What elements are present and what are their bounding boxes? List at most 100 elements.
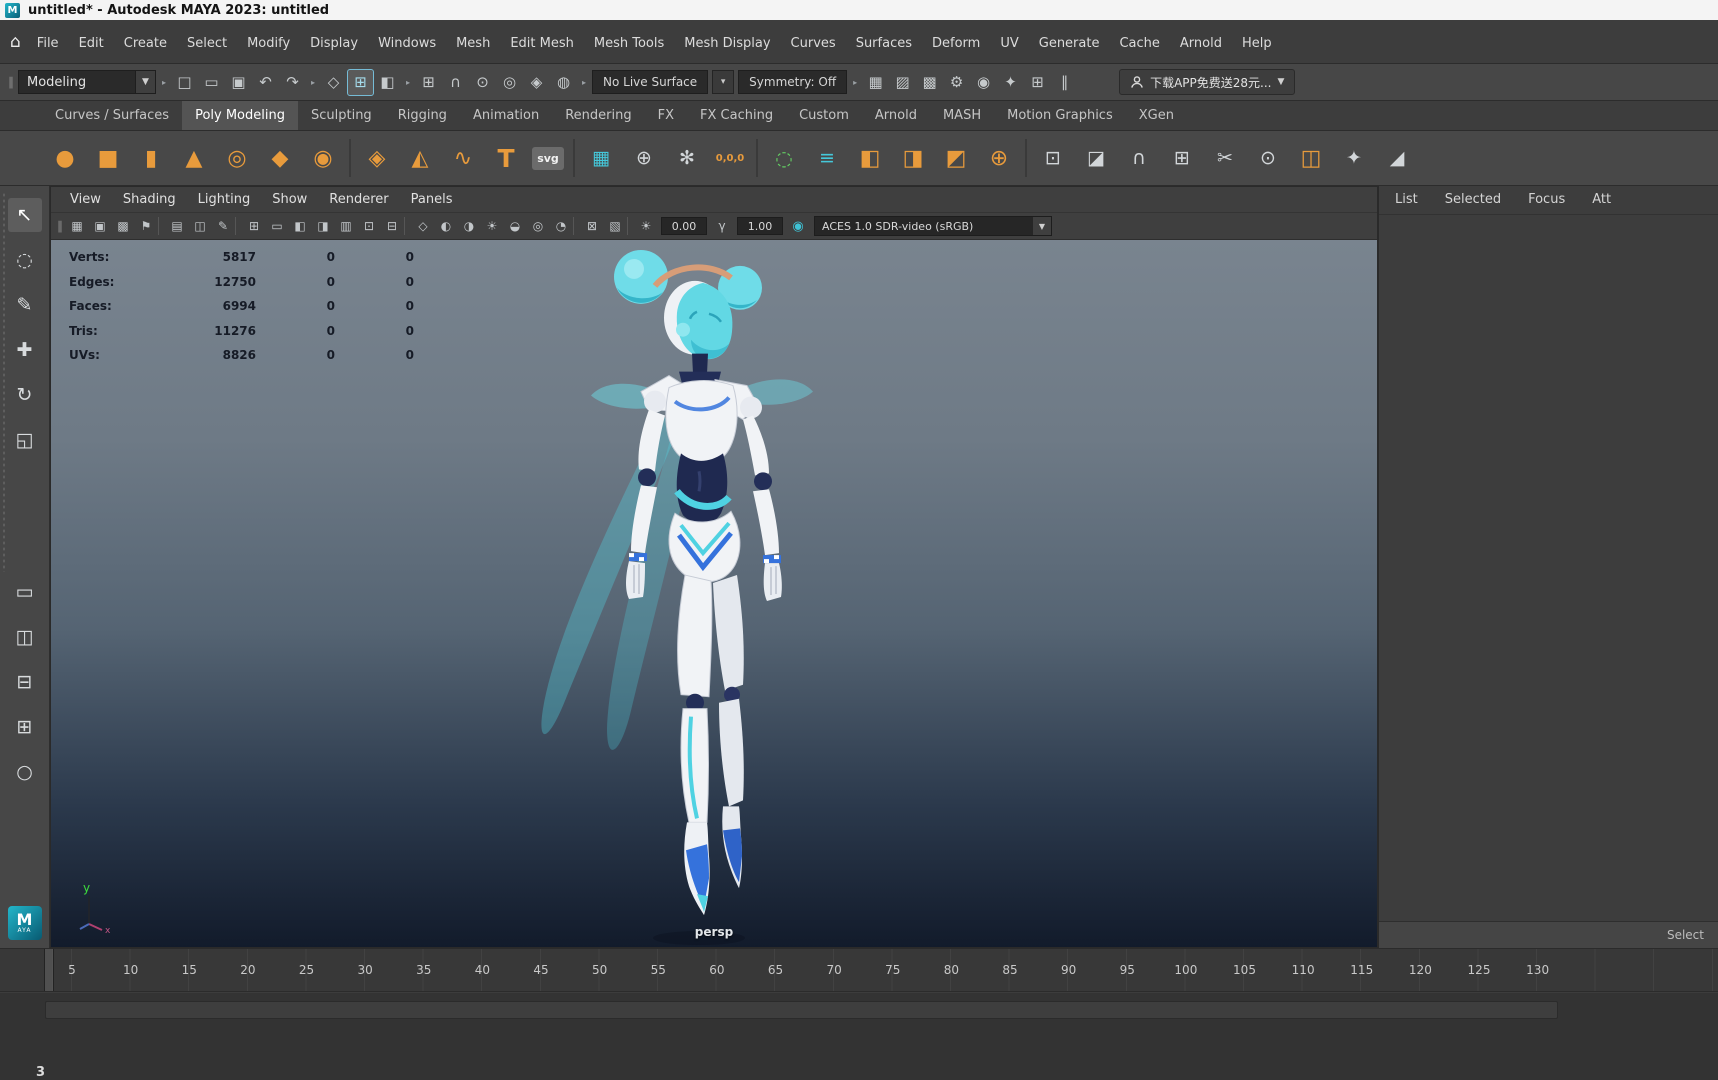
poly-helix-icon[interactable]: ∿ xyxy=(446,141,480,175)
select-component-mode-icon[interactable]: ◧ xyxy=(375,70,400,95)
range-slider-area[interactable]: 3 xyxy=(0,993,1718,1080)
menu-item[interactable]: Generate xyxy=(1029,31,1110,56)
attribute-editor-menu-item[interactable]: Attributes xyxy=(1592,192,1611,207)
shelf-tab[interactable]: Motion Graphics xyxy=(994,101,1126,130)
shelf-tab[interactable]: MASH xyxy=(930,101,994,130)
four-pane-layout[interactable]: ⊞ xyxy=(8,710,42,744)
sweep-mesh-icon[interactable]: ▦ xyxy=(584,141,618,175)
multi-cut-icon[interactable]: ✂ xyxy=(1208,141,1242,175)
promo-dropdown-button[interactable]: 下载APP免费送28元... ▼ xyxy=(1119,69,1296,95)
extract-icon[interactable]: ◩ xyxy=(939,141,973,175)
input-presets-dropdown[interactable]: ▾ xyxy=(712,70,735,94)
crease-icon[interactable]: ◢ xyxy=(1380,141,1414,175)
bookmark-icon[interactable]: ⚑ xyxy=(135,216,157,236)
menu-item[interactable]: File xyxy=(27,31,69,56)
poly-plane-icon[interactable]: ◆ xyxy=(263,141,297,175)
zoom-tool[interactable]: ○ xyxy=(8,755,42,789)
selection-constraint-icon[interactable]: ◌ xyxy=(767,141,801,175)
xray-icon[interactable]: ▧ xyxy=(604,216,626,236)
select-tool[interactable]: ↖ xyxy=(7,198,42,232)
motion-blur-icon[interactable]: ◔ xyxy=(550,216,572,236)
move-tool[interactable]: ✚ xyxy=(8,333,42,367)
menu-item[interactable]: Edit xyxy=(69,31,114,56)
bridge-icon[interactable]: ∩ xyxy=(1122,141,1156,175)
viewport-menu-item[interactable]: Shading xyxy=(112,188,187,211)
shelf-tab[interactable]: FX xyxy=(645,101,687,130)
symmetry-dropdown[interactable]: Symmetry: Off xyxy=(738,70,848,94)
current-frame-field[interactable]: 3 xyxy=(36,1065,45,1080)
use-all-lights-icon[interactable]: ☀ xyxy=(481,216,503,236)
resolution-gate-icon[interactable]: ◧ xyxy=(289,216,311,236)
home-icon[interactable]: ⌂ xyxy=(10,32,21,52)
freeze-transformations-icon[interactable]: ✻ xyxy=(670,141,704,175)
center-pivot-icon[interactable]: ⊕ xyxy=(627,141,661,175)
poly-pyramid-icon[interactable]: ◭ xyxy=(403,141,437,175)
separate-icon[interactable]: ◨ xyxy=(896,141,930,175)
menu-item[interactable]: Create xyxy=(114,31,177,56)
viewport-menu-item[interactable]: View xyxy=(59,188,112,211)
menu-item[interactable]: Edit Mesh xyxy=(500,31,584,56)
lock-camera-icon[interactable]: ▣ xyxy=(89,216,111,236)
viewport-menu-item[interactable]: Renderer xyxy=(318,188,399,211)
shadows-icon[interactable]: ◒ xyxy=(504,216,526,236)
safe-action-icon[interactable]: ⊡ xyxy=(358,216,380,236)
grid-toggle-icon[interactable]: ⊞ xyxy=(243,216,265,236)
open-render-view-icon[interactable]: ▦ xyxy=(863,70,888,95)
footer-select-label[interactable]: Select xyxy=(1667,928,1704,942)
range-slider[interactable] xyxy=(45,1001,1558,1019)
exposure-icon[interactable]: ☀ xyxy=(635,216,657,236)
select-camera-icon[interactable]: ▦ xyxy=(66,216,88,236)
render-setup-icon[interactable]: ⊞ xyxy=(1025,70,1050,95)
live-surface-field[interactable]: No Live Surface xyxy=(592,70,709,94)
bevel-icon[interactable]: ◪ xyxy=(1079,141,1113,175)
shelf-tab[interactable]: Rendering xyxy=(552,101,644,130)
field-chart-icon[interactable]: ▥ xyxy=(335,216,357,236)
lasso-tool[interactable]: ◌ xyxy=(8,243,42,277)
paint-select-tool[interactable]: ✎ xyxy=(8,288,42,322)
quad-draw-icon[interactable]: ⊞ xyxy=(1165,141,1199,175)
save-scene-icon[interactable]: ▣ xyxy=(226,70,251,95)
menu-item[interactable]: Curves xyxy=(781,31,846,56)
combine-icon[interactable]: ◧ xyxy=(853,141,887,175)
shelf-tab[interactable]: XGen xyxy=(1126,101,1187,130)
wireframe-mode-icon[interactable]: ◇ xyxy=(412,216,434,236)
ipr-render-icon[interactable]: ▩ xyxy=(917,70,942,95)
target-weld-icon[interactable]: ⊙ xyxy=(1251,141,1285,175)
gate-mask-icon[interactable]: ◨ xyxy=(312,216,334,236)
select-hierarchy-mode-icon[interactable]: ◇ xyxy=(321,70,346,95)
isolate-select-icon[interactable]: ⊠ xyxy=(581,216,603,236)
shelf-tab[interactable]: Arnold xyxy=(862,101,930,130)
boolean-icon[interactable]: ⊕ xyxy=(982,141,1016,175)
menu-item[interactable]: Mesh Tools xyxy=(584,31,674,56)
extrude-icon[interactable]: ⊡ xyxy=(1036,141,1070,175)
shelf-tab[interactable]: Rigging xyxy=(385,101,460,130)
gamma-field[interactable]: 1.00 xyxy=(737,217,783,235)
poly-sphere-icon[interactable]: ● xyxy=(48,141,82,175)
two-d-pan-zoom-icon[interactable]: ◫ xyxy=(189,216,211,236)
shelf-tab[interactable]: Animation xyxy=(460,101,552,130)
snap-to-point-icon[interactable]: ⊙ xyxy=(470,70,495,95)
camera-label[interactable]: persp xyxy=(695,925,733,939)
platonic-solid-icon[interactable]: ◈ xyxy=(360,141,394,175)
single-pane-layout[interactable]: ▭ xyxy=(8,575,42,609)
shelf-tab[interactable]: Poly Modeling xyxy=(182,101,298,130)
snap-to-curve-icon[interactable]: ∩ xyxy=(443,70,468,95)
render-current-frame-icon[interactable]: ▨ xyxy=(890,70,915,95)
snap-to-view-plane-icon[interactable]: ◈ xyxy=(524,70,549,95)
pause-viewport-icon[interactable]: ∥ xyxy=(1052,70,1077,95)
gamma-icon[interactable]: γ xyxy=(711,216,733,236)
attribute-editor-menu-item[interactable]: List xyxy=(1395,192,1418,207)
snap-to-grid-icon[interactable]: ⊞ xyxy=(416,70,441,95)
attribute-editor-menu-item[interactable]: Focus xyxy=(1528,192,1565,207)
viewport-canvas[interactable]: Verts: 5817 0 0 Edges: 12750 0 0 Faces: … xyxy=(51,240,1377,947)
menu-item[interactable]: Surfaces xyxy=(846,31,922,56)
character-model[interactable] xyxy=(51,240,1377,947)
smooth-icon[interactable]: ✦ xyxy=(1337,141,1371,175)
exposure-field[interactable]: 0.00 xyxy=(661,217,707,235)
poly-cylinder-icon[interactable]: ▮ xyxy=(134,141,168,175)
poly-torus-icon[interactable]: ◎ xyxy=(220,141,254,175)
menu-item[interactable]: Mesh Display xyxy=(674,31,780,56)
textured-mode-icon[interactable]: ◑ xyxy=(458,216,480,236)
grease-pencil-icon[interactable]: ✎ xyxy=(212,216,234,236)
two-pane-stacked-layout[interactable]: ⊟ xyxy=(8,665,42,699)
